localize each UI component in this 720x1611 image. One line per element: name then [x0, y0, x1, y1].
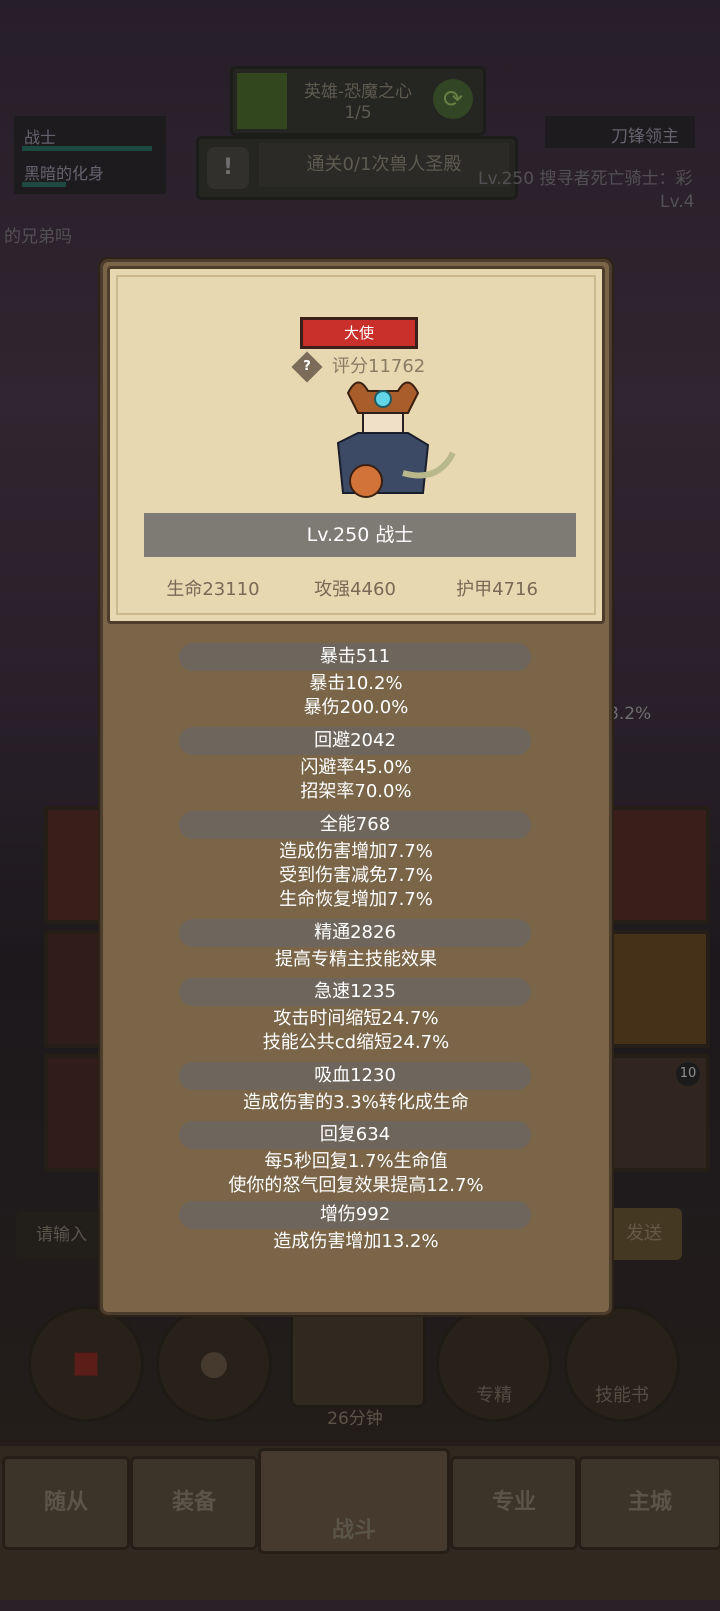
stat-line: 技能公共cd缩短24.7% — [262, 1032, 450, 1053]
stat-header-crit: 暴击511 — [179, 643, 531, 671]
stat-line: 使你的怒气回复效果提高12.7% — [228, 1175, 484, 1196]
character-header-panel: 大使 ? 评分11762 Lv.250 战士 生命23110 攻强4460 护甲4… — [107, 266, 605, 624]
character-detail-card: 大使 ? 评分11762 Lv.250 战士 生命23110 攻强4460 护甲4… — [100, 259, 612, 1315]
stat-header-leech: 吸血1230 — [179, 1062, 531, 1090]
stat-attack-power: 攻强4460 — [314, 579, 396, 600]
stat-health: 生命23110 — [166, 579, 260, 600]
stat-header-damage-bonus: 增伤992 — [179, 1201, 531, 1229]
stat-line: 造成伤害增加13.2% — [273, 1231, 439, 1252]
stat-header-regen: 回复634 — [179, 1121, 531, 1149]
stat-line: 每5秒回复1.7%生命值 — [264, 1151, 448, 1172]
stat-header-avoidance: 回避2042 — [179, 727, 531, 755]
stat-line: 暴伤200.0% — [303, 697, 409, 718]
stat-line: 闪避率45.0% — [300, 757, 412, 778]
stat-line: 造成伤害增加7.7% — [279, 841, 433, 862]
character-portrait — [336, 381, 456, 498]
stat-header-versatility: 全能768 — [179, 811, 531, 839]
title-badge: 大使 — [300, 317, 418, 349]
stat-armor: 护甲4716 — [456, 579, 538, 600]
stat-line: 攻击时间缩短24.7% — [273, 1008, 439, 1029]
stat-line: 受到伤害减免7.7% — [279, 865, 433, 886]
level-name-bar: Lv.250 战士 — [144, 513, 576, 557]
stat-line: 暴击10.2% — [309, 673, 403, 694]
stat-header-mastery: 精通2826 — [179, 919, 531, 947]
stat-line: 造成伤害的3.3%转化成生命 — [243, 1092, 469, 1113]
stat-line: 生命恢复增加7.7% — [279, 889, 433, 910]
stat-line: 招架率70.0% — [300, 781, 412, 802]
stat-header-haste: 急速1235 — [179, 978, 531, 1006]
stat-line: 提高专精主技能效果 — [275, 949, 437, 970]
